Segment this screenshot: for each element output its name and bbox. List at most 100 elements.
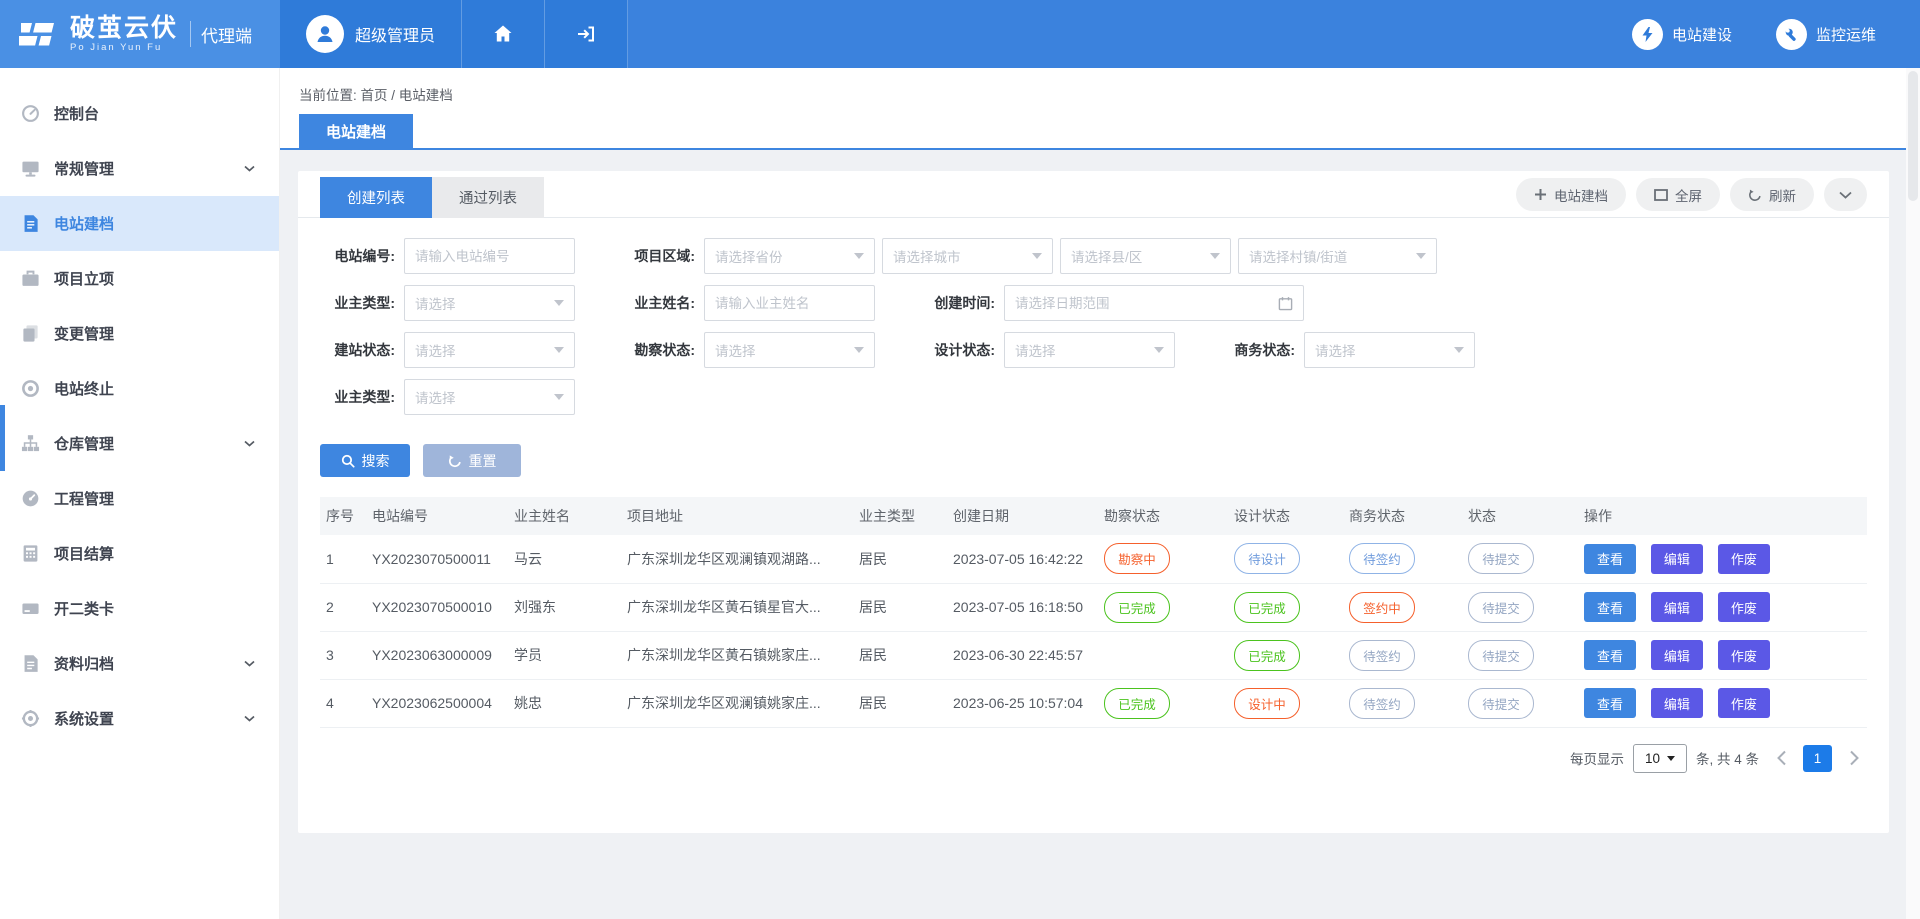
sidebar-item-data-archive[interactable]: 资料归档 xyxy=(0,636,279,691)
col-header: 创建日期 xyxy=(947,497,1098,535)
col-header: 序号 xyxy=(320,497,366,535)
nav-station-build[interactable]: 电站建设 xyxy=(1632,0,1732,68)
page-number-1[interactable]: 1 xyxy=(1803,745,1832,772)
user-menu[interactable]: 超级管理员 xyxy=(280,0,462,68)
field-label: 创建时间: xyxy=(920,293,1004,313)
nav-monitor-ops[interactable]: 监控运维 xyxy=(1776,0,1876,68)
sidebar-item-second-type-card[interactable]: 开二类卡 xyxy=(0,581,279,636)
sidebar-item-engineering-management[interactable]: 工程管理 xyxy=(0,471,279,526)
edit-button[interactable]: 编辑 xyxy=(1651,544,1703,574)
card-tabs-row: 创建列表 通过列表 电站建档 全屏 xyxy=(298,171,1889,218)
field-label: 电站编号: xyxy=(320,246,404,266)
copy-icon xyxy=(21,324,40,343)
refresh-button[interactable]: 刷新 xyxy=(1730,178,1814,211)
home-button[interactable] xyxy=(462,0,545,68)
void-button[interactable]: 作废 xyxy=(1718,544,1770,574)
search-button[interactable]: 搜索 xyxy=(320,444,410,477)
void-button[interactable]: 作废 xyxy=(1718,592,1770,622)
cell-created: 2023-06-25 10:57:04 xyxy=(947,679,1098,727)
logout-button[interactable] xyxy=(545,0,628,68)
tab-create-list[interactable]: 创建列表 xyxy=(320,177,432,218)
build-status-select[interactable]: 请选择 xyxy=(404,332,575,368)
calculator-icon xyxy=(21,544,40,563)
business-status-select[interactable]: 请选择 xyxy=(1304,332,1475,368)
owner-name-input[interactable] xyxy=(704,285,875,321)
page-tab-station-archive[interactable]: 电站建档 xyxy=(299,114,413,148)
sidebar-item-project-initiation[interactable]: 项目立项 xyxy=(0,251,279,306)
prev-page-button[interactable] xyxy=(1768,745,1794,771)
view-button[interactable]: 查看 xyxy=(1584,688,1636,718)
table-wrap: 序号 电站编号 业主姓名 项目地址 业主类型 创建日期 勘察状态 设计状态 商务… xyxy=(298,477,1889,728)
date-range-picker[interactable] xyxy=(1004,285,1304,321)
breadcrumb-home-link[interactable]: 首页 xyxy=(361,88,388,103)
sidebar-item-system-settings[interactable]: 系统设置 xyxy=(0,691,279,746)
brand-name-en: Po Jian Yun Fu xyxy=(70,43,178,53)
stop-circle-icon xyxy=(21,379,40,398)
per-page-select[interactable]: 10 xyxy=(1633,744,1687,773)
design-status-select[interactable]: 请选择 xyxy=(1004,332,1175,368)
view-button[interactable]: 查看 xyxy=(1584,640,1636,670)
county-select[interactable]: 请选择县/区 xyxy=(1060,238,1231,274)
date-range-input[interactable] xyxy=(1015,296,1278,311)
window-scrollbar[interactable] xyxy=(1906,68,1920,919)
sidebar-item-label: 系统设置 xyxy=(54,708,114,729)
station-code-input[interactable] xyxy=(404,238,575,274)
field-label: 商务状态: xyxy=(1220,340,1304,360)
sidebar-item-change-management[interactable]: 变更管理 xyxy=(0,306,279,361)
table-row: 2 YX2023070500010 刘强东 广东深圳龙华区黄石镇星官大... 居… xyxy=(320,583,1867,631)
survey-status-select[interactable]: 请选择 xyxy=(704,332,875,368)
chevron-down-icon xyxy=(1839,191,1852,199)
view-button[interactable]: 查看 xyxy=(1584,592,1636,622)
scrollbar-thumb[interactable] xyxy=(1908,71,1918,201)
col-header: 状态 xyxy=(1462,497,1578,535)
status-badge: 勘察中 xyxy=(1104,543,1170,574)
field-label: 业主类型: xyxy=(320,293,404,313)
village-select[interactable]: 请选择村镇/街道 xyxy=(1238,238,1437,274)
filter-create-time: 创建时间: xyxy=(920,285,1304,321)
owner-type-select-2[interactable]: 请选择 xyxy=(404,379,575,415)
dashboard-icon xyxy=(21,104,40,123)
sidebar-item-label: 控制台 xyxy=(54,103,99,124)
void-button[interactable]: 作废 xyxy=(1718,688,1770,718)
field-label: 勘察状态: xyxy=(620,340,704,360)
caret-down-icon xyxy=(554,347,564,353)
logo: 破茧云伏 Po Jian Yun Fu 代理端 xyxy=(0,0,280,68)
status-badge: 待签约 xyxy=(1349,543,1415,574)
collapse-toolbar-button[interactable] xyxy=(1824,178,1867,211)
city-select[interactable]: 请选择城市 xyxy=(882,238,1053,274)
next-page-button[interactable] xyxy=(1841,745,1867,771)
cell-actions: 查看 编辑 作废 xyxy=(1578,679,1867,727)
select-placeholder: 请选择省份 xyxy=(715,246,854,266)
sidebar-item-station-termination[interactable]: 电站终止 xyxy=(0,361,279,416)
sidebar-item-label: 变更管理 xyxy=(54,323,114,344)
edit-button[interactable]: 编辑 xyxy=(1651,592,1703,622)
province-select[interactable]: 请选择省份 xyxy=(704,238,875,274)
add-station-archive-button[interactable]: 电站建档 xyxy=(1516,178,1626,211)
caret-down-icon xyxy=(854,347,864,353)
per-page-label: 每页显示 xyxy=(1570,748,1624,768)
sidebar-scrollbar[interactable] xyxy=(0,405,5,471)
field-label: 设计状态: xyxy=(920,340,1004,360)
fullscreen-button[interactable]: 全屏 xyxy=(1636,178,1720,211)
sidebar-item-warehouse-management[interactable]: 仓库管理 xyxy=(0,416,279,471)
select-placeholder: 请选择 xyxy=(415,387,554,407)
sidebar-item-general-management[interactable]: 常规管理 xyxy=(0,141,279,196)
toolbar-button-label: 全屏 xyxy=(1675,185,1702,205)
cell-actions: 查看 编辑 作废 xyxy=(1578,535,1867,583)
filter-build-status: 建站状态: 请选择 xyxy=(320,332,575,368)
table-row: 4 YX2023062500004 姚忠 广东深圳龙华区观澜镇姚家庄... 居民… xyxy=(320,679,1867,727)
owner-type-select[interactable]: 请选择 xyxy=(404,285,575,321)
sidebar-item-station-archive[interactable]: 电站建档 xyxy=(0,196,279,251)
sidebar-item-label: 仓库管理 xyxy=(54,433,114,454)
void-button[interactable]: 作废 xyxy=(1718,640,1770,670)
edit-button[interactable]: 编辑 xyxy=(1651,640,1703,670)
view-button[interactable]: 查看 xyxy=(1584,544,1636,574)
per-page-value: 10 xyxy=(1645,751,1660,766)
sidebar-item-label: 开二类卡 xyxy=(54,598,114,619)
cell-owner-type: 居民 xyxy=(853,679,947,727)
reset-button[interactable]: 重置 xyxy=(423,444,521,477)
edit-button[interactable]: 编辑 xyxy=(1651,688,1703,718)
sidebar-item-console[interactable]: 控制台 xyxy=(0,86,279,141)
tab-passed-list[interactable]: 通过列表 xyxy=(432,177,544,218)
sidebar-item-project-settlement[interactable]: 项目结算 xyxy=(0,526,279,581)
